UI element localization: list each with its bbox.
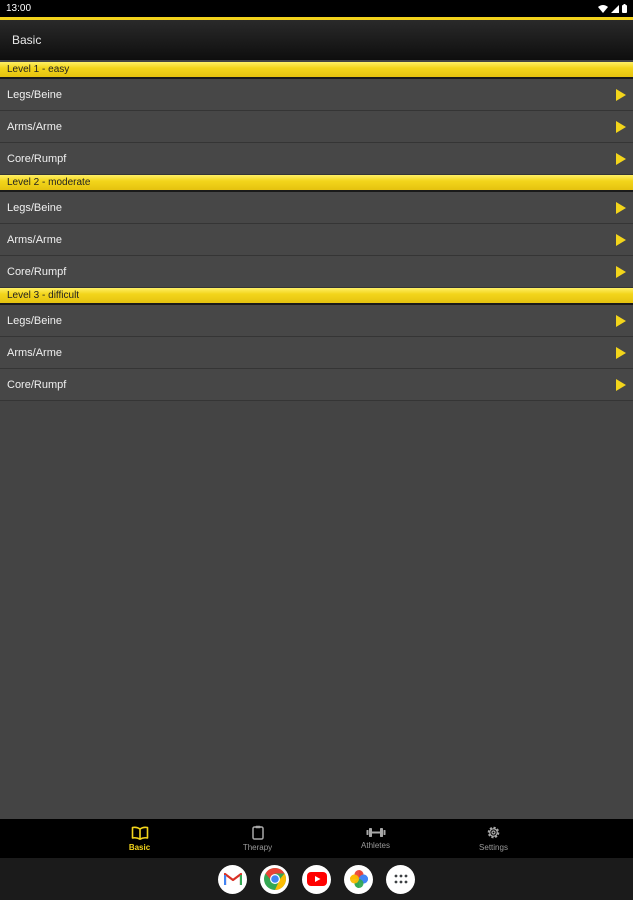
nav-item-athletes[interactable]: Athletes [317,819,435,858]
app-drawer-icon[interactable] [386,864,415,894]
section-header-level-3: Level 3 - difficult [0,288,633,305]
list-item-label: Arms/Arme [7,346,62,359]
nav-label: Therapy [242,843,273,852]
list-item-legs[interactable]: Legs/Beine [0,305,633,337]
nav-item-basic[interactable]: Basic [81,819,199,858]
play-arrow-icon [616,88,626,101]
youtube-icon[interactable] [302,864,331,894]
list-item-label: Arms/Arme [7,120,62,133]
play-arrow-icon [616,152,626,165]
list-item-legs[interactable]: Legs/Beine [0,79,633,111]
list-item-arms[interactable]: Arms/Arme [0,111,633,143]
dumbbell-icon [366,828,385,837]
list-item-arms[interactable]: Arms/Arme [0,337,633,369]
list-item-label: Legs/Beine [7,314,63,327]
list-item-core[interactable]: Core/Rumpf [0,369,633,401]
gmail-icon[interactable] [218,864,247,894]
bottom-nav: Basic Therapy Athletes Settings [0,819,633,858]
section-header-level-1: Level 1 - easy [0,62,633,79]
play-arrow-icon [616,346,626,359]
play-arrow-icon [616,314,626,327]
list-item-label: Legs/Beine [7,88,63,101]
level-list: Level 1 - easy Legs/Beine Arms/Arme Core… [0,62,633,401]
clipboard-icon [251,825,264,840]
status-time: 13:00 [6,3,32,14]
play-arrow-icon [616,201,626,214]
list-item-label: Arms/Arme [7,233,62,246]
nav-item-settings[interactable]: Settings [435,819,553,858]
list-item-label: Core/Rumpf [7,378,67,391]
list-item-label: Core/Rumpf [7,265,67,278]
play-arrow-icon [616,378,626,391]
nav-label: Athletes [361,841,390,850]
app-dock [0,858,633,900]
list-item-arms[interactable]: Arms/Arme [0,224,633,256]
chrome-icon[interactable] [260,864,289,894]
app-bar: Basic [0,20,633,60]
page-title: Basic [12,33,42,47]
list-item-core[interactable]: Core/Rumpf [0,256,633,288]
list-item-core[interactable]: Core/Rumpf [0,143,633,175]
wifi-icon [598,4,608,13]
list-item-legs[interactable]: Legs/Beine [0,192,633,224]
status-bar: 13:00 [0,0,633,17]
nav-item-therapy[interactable]: Therapy [199,819,317,858]
list-item-label: Legs/Beine [7,201,63,214]
photos-icon[interactable] [344,864,373,894]
status-icons [598,4,627,13]
list-item-label: Core/Rumpf [7,152,67,165]
play-arrow-icon [616,265,626,278]
play-arrow-icon [616,233,626,246]
battery-icon [622,4,627,13]
play-arrow-icon [616,120,626,133]
nav-label: Basic [128,842,151,852]
book-icon [131,826,148,840]
gear-icon [487,826,500,839]
section-header-level-2: Level 2 - moderate [0,175,633,192]
nav-label: Settings [479,843,508,852]
signal-icon [611,4,619,13]
